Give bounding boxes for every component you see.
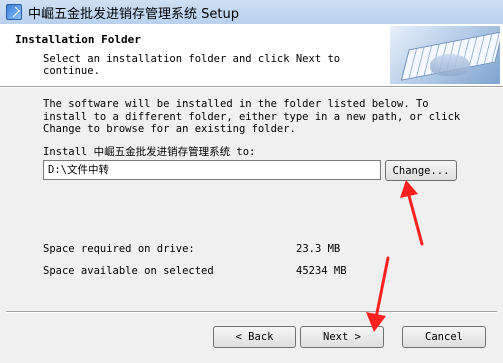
space-available-label: Space available on selected: [43, 265, 214, 277]
keyboard-banner-image: [390, 26, 500, 84]
space-available-value: 45234 MB: [296, 265, 347, 277]
setup-window: 中崛五金批发进销存管理系统 Setup Installation Folder …: [0, 0, 503, 363]
annotation-arrow-change: [400, 180, 424, 246]
install-path-label: Install 中崛五金批发进销存管理系统 to:: [43, 146, 256, 158]
page-subtitle: Select an installation folder and click …: [43, 53, 341, 77]
hand-graphic: [430, 54, 470, 76]
change-button[interactable]: Change...: [385, 160, 457, 181]
annotation-arrow-next: [366, 256, 390, 332]
install-path-input[interactable]: D:\文件中转: [43, 160, 381, 180]
cancel-button[interactable]: Cancel: [402, 326, 486, 348]
space-required-label: Space required on drive:: [43, 243, 195, 255]
back-button[interactable]: < Back: [213, 326, 296, 348]
footer-divider: [6, 311, 497, 313]
next-button[interactable]: Next >: [300, 326, 384, 348]
page-title: Installation Folder: [15, 33, 141, 46]
install-description: The software will be installed in the fo…: [43, 98, 461, 135]
header-banner: Installation Folder Select an installati…: [0, 24, 503, 87]
title-bar[interactable]: 中崛五金批发进销存管理系统 Setup: [0, 0, 503, 24]
setup-app-icon: [6, 4, 22, 20]
window-title: 中崛五金批发进销存管理系统 Setup: [28, 6, 239, 22]
space-required-value: 23.3 MB: [296, 243, 341, 255]
